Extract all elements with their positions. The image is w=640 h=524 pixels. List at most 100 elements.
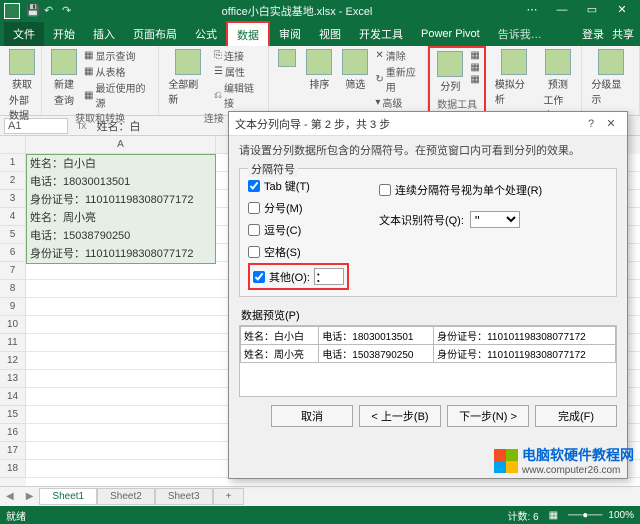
cell[interactable]: 身份证号：110101198308077172	[27, 245, 215, 263]
sheet-tab[interactable]: Sheet1	[39, 488, 97, 505]
zoom-slider[interactable]: ──●──	[568, 510, 602, 521]
cancel-button[interactable]: 取消	[271, 405, 353, 427]
preview-row: 姓名：周小亮电话：15038790250身份证号：110101198308077…	[241, 345, 616, 363]
status-ready: 就绪	[6, 508, 26, 523]
sheet-nav-prev-icon[interactable]: ◀	[0, 491, 20, 502]
get-external-data-button[interactable]: 获取外部数据	[6, 48, 38, 123]
row-headers[interactable]: 123456789101112131415161718	[0, 136, 26, 486]
split-columns-icon	[437, 51, 463, 77]
tab-formula[interactable]: 公式	[186, 22, 226, 46]
other-checkbox[interactable]: 其他(O):	[253, 269, 310, 285]
recent-sources-button[interactable]: ▦最近使用的源	[84, 80, 152, 110]
status-count: 计数: 6	[507, 508, 538, 523]
tell-me[interactable]: 告诉我…	[489, 22, 551, 46]
group-label: 数据工具	[434, 96, 479, 111]
sort-az-icon	[278, 49, 296, 67]
close-icon[interactable]: ✕	[601, 117, 621, 130]
cell[interactable]: 身份证号：110101198308077172	[27, 191, 215, 209]
tab-start[interactable]: 开始	[44, 22, 84, 46]
show-queries-button[interactable]: ▦显示查询	[84, 48, 152, 63]
minimize-icon[interactable]: —	[548, 2, 576, 20]
quick-access-toolbar[interactable]: 💾 ↶ ↷	[26, 4, 76, 18]
next-button[interactable]: 下一步(N) >	[447, 405, 529, 427]
tab-insert[interactable]: 插入	[84, 22, 124, 46]
text-qualifier-select[interactable]: "	[470, 211, 520, 228]
ribbon-tabs: 文件 开始 插入 页面布局 公式 数据 审阅 视图 开发工具 Power Piv…	[0, 22, 640, 46]
tab-view[interactable]: 视图	[310, 22, 350, 46]
reapply-button[interactable]: ↻重新应用	[375, 64, 421, 94]
tab-checkbox[interactable]: Tab 键(T)	[248, 178, 349, 194]
ribbon-options-icon[interactable]: ⋯	[518, 2, 546, 20]
connections-button[interactable]: ⎘连接	[214, 48, 262, 63]
other-delimiter-input[interactable]	[314, 268, 344, 285]
forecast-icon	[545, 49, 571, 75]
title-bar: 💾 ↶ ↷ office小白实战基地.xlsx - Excel ⋯ — ▭ ✕	[0, 0, 640, 22]
select-all-corner[interactable]	[0, 136, 26, 154]
sheet-tab-bar: ◀ ▶ Sheet1 Sheet2 Sheet3 +	[0, 486, 640, 506]
dialog-title: 文本分列向导 - 第 2 步，共 3 步	[235, 116, 581, 132]
refresh-icon	[175, 49, 201, 75]
tab-data[interactable]: 数据	[226, 21, 270, 49]
tab-review[interactable]: 审阅	[270, 22, 310, 46]
view-normal-icon[interactable]: ▦	[549, 510, 558, 521]
tab-file[interactable]: 文件	[4, 22, 44, 46]
sort-az-button[interactable]	[275, 48, 299, 68]
preview-label: 数据预览(P)	[229, 301, 627, 325]
semicolon-checkbox[interactable]: 分号(M)	[248, 200, 349, 216]
data-validation-button[interactable]: ▦	[470, 74, 479, 85]
filter-icon	[342, 49, 368, 75]
save-icon[interactable]: 💾	[26, 4, 40, 18]
treat-consecutive-checkbox[interactable]: 连续分隔符号视为单个处理(R)	[379, 182, 542, 198]
data-preview: 姓名：白小白电话：18030013501身份证号：110101198308077…	[239, 325, 617, 397]
outline-icon	[598, 49, 624, 75]
outline-button[interactable]: 分级显示	[588, 48, 633, 107]
tab-developer[interactable]: 开发工具	[350, 22, 412, 46]
refresh-all-button[interactable]: 全部刷新	[165, 48, 210, 107]
window-title: office小白实战基地.xlsx - Excel	[76, 3, 518, 19]
clear-filter-button[interactable]: ✕清除	[375, 48, 421, 63]
tab-powerpivot[interactable]: Power Pivot	[412, 24, 489, 44]
windows-logo-icon	[494, 449, 518, 473]
cell[interactable]: 电话：15038790250	[27, 227, 215, 245]
dialog-description: 请设置分列数据所包含的分隔符号。在预览窗口内可看到分列的效果。	[229, 136, 627, 164]
comma-checkbox[interactable]: 逗号(C)	[248, 222, 349, 238]
sort-icon	[306, 49, 332, 75]
text-qualifier-row: 文本识别符号(Q): "	[379, 211, 542, 228]
sheet-tab[interactable]: Sheet3	[155, 488, 213, 505]
preview-row: 姓名：白小白电话：18030013501身份证号：110101198308077…	[241, 327, 616, 345]
undo-icon[interactable]: ↶	[44, 4, 58, 18]
sheet-nav-next-icon[interactable]: ▶	[20, 491, 40, 502]
login-link[interactable]: 登录	[582, 26, 604, 42]
zoom-level[interactable]: 100%	[608, 510, 634, 521]
redo-icon[interactable]: ↷	[62, 4, 76, 18]
from-table-button[interactable]: ▦从表格	[84, 64, 152, 79]
share-button[interactable]: 共享	[612, 26, 634, 42]
whatif-button[interactable]: 模拟分析	[492, 48, 537, 107]
text-to-columns-button[interactable]: 分列	[434, 50, 466, 94]
properties-button[interactable]: ☰属性	[214, 64, 262, 79]
cell[interactable]: 姓名：周小亮	[27, 209, 215, 227]
back-button[interactable]: < 上一步(B)	[359, 405, 441, 427]
space-checkbox[interactable]: 空格(S)	[248, 244, 349, 260]
add-sheet-button[interactable]: +	[213, 488, 245, 505]
close-icon[interactable]: ✕	[608, 2, 636, 20]
cell[interactable]: 电话：18030013501	[27, 173, 215, 191]
new-query-button[interactable]: 新建查询	[48, 48, 80, 108]
database-icon	[9, 49, 35, 75]
finish-button[interactable]: 完成(F)	[535, 405, 617, 427]
flash-fill-button[interactable]: ▦	[470, 50, 479, 61]
cell[interactable]: 姓名：白小白	[27, 155, 215, 173]
selection-range[interactable]: 姓名：白小白 电话：18030013501 身份证号：1101011983080…	[26, 154, 216, 264]
tab-layout[interactable]: 页面布局	[124, 22, 186, 46]
group-title: 分隔符号	[248, 161, 298, 177]
remove-dup-button[interactable]: ▦	[470, 62, 479, 73]
query-icon	[51, 49, 77, 75]
sort-button[interactable]: 排序	[303, 48, 335, 92]
help-icon[interactable]: ?	[581, 118, 601, 130]
edit-links-button[interactable]: ⎌编辑链接	[214, 80, 262, 110]
sheet-tab[interactable]: Sheet2	[97, 488, 155, 505]
filter-button[interactable]: 筛选	[339, 48, 371, 92]
text-to-columns-wizard-dialog: 文本分列向导 - 第 2 步，共 3 步 ? ✕ 请设置分列数据所包含的分隔符号…	[228, 111, 628, 479]
maximize-icon[interactable]: ▭	[578, 2, 606, 20]
advanced-button[interactable]: ▾高级	[375, 95, 421, 110]
